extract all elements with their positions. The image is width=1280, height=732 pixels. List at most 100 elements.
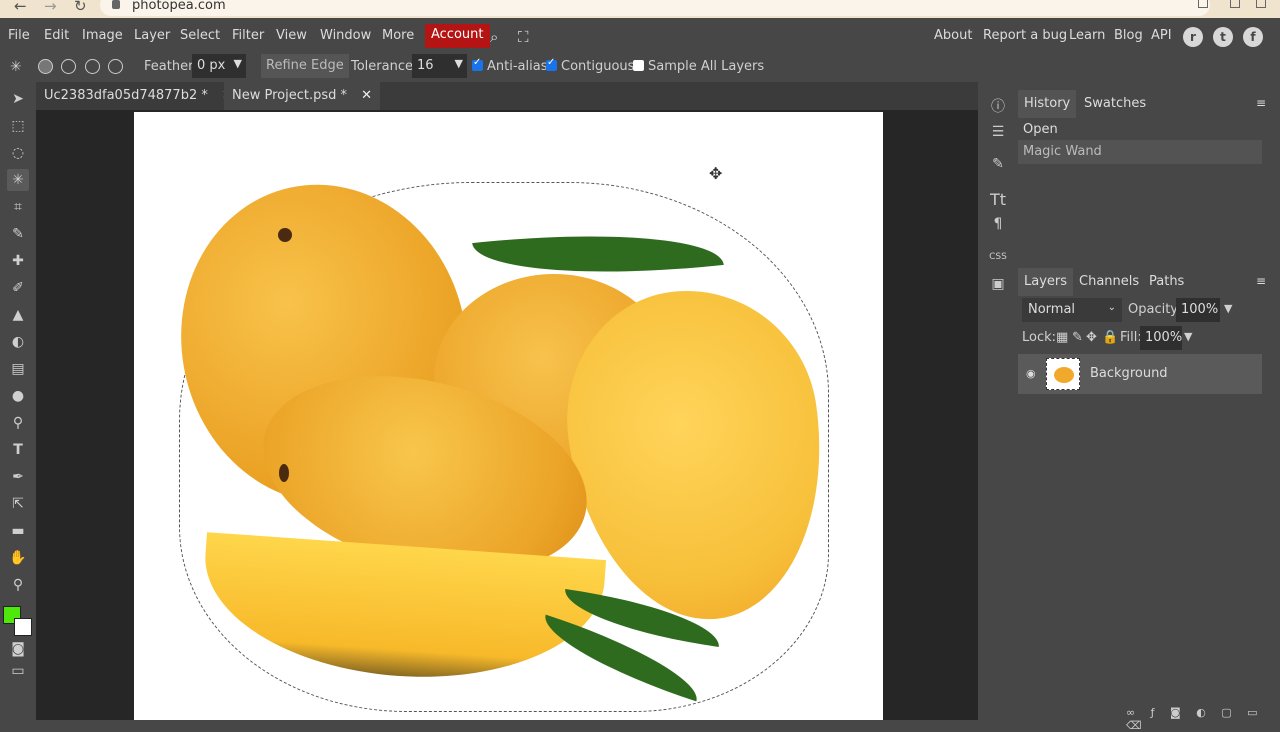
lock-position-icon[interactable]: ✥	[1086, 330, 1097, 345]
character-icon[interactable]: Tt	[988, 190, 1008, 210]
opacity-label: Opacity:	[1128, 302, 1182, 317]
menu-image[interactable]: Image	[82, 28, 123, 43]
mango-spot	[278, 228, 292, 242]
move-tool-icon[interactable]: ➤	[7, 88, 29, 110]
stamp-tool-icon[interactable]: ▲	[7, 304, 29, 326]
lock-all-icon[interactable]: 🔒	[1102, 330, 1118, 345]
tab-channels[interactable]: Channels	[1073, 268, 1145, 296]
fill-input[interactable]: 100%	[1140, 326, 1182, 350]
tab-document-1[interactable]: Uc2383dfa05d74877b2 * ✕	[36, 82, 241, 110]
fullscreen-icon[interactable]: ⛶	[518, 28, 529, 46]
lock-pixels-icon[interactable]: ✎	[1072, 330, 1083, 345]
adjustments-icon[interactable]: ☰	[988, 124, 1008, 144]
background-color-swatch[interactable]	[14, 618, 32, 636]
zoom-tool-icon[interactable]: ⚲	[7, 574, 29, 596]
tab-label: Uc2383dfa05d74877b2	[44, 88, 198, 103]
panel-menu-icon[interactable]: ≡	[1256, 96, 1266, 110]
facebook-icon[interactable]: f	[1243, 27, 1263, 47]
back-icon[interactable]: ←	[14, 0, 27, 15]
tab-layers[interactable]: Layers	[1018, 268, 1074, 296]
brush-tool-icon[interactable]: ✐	[7, 277, 29, 299]
screen-mode-icon[interactable]: ▭	[7, 660, 29, 682]
css-icon[interactable]: CSS	[988, 252, 1008, 272]
lock-transparency-icon[interactable]: ▦	[1056, 330, 1068, 345]
link-api[interactable]: API	[1151, 28, 1172, 43]
gradient-tool-icon[interactable]: ▤	[7, 358, 29, 380]
history-item[interactable]: Magic Wand	[1018, 140, 1262, 164]
add-selection-icon[interactable]	[61, 59, 76, 74]
reload-icon[interactable]: ↻	[74, 0, 87, 15]
tolerance-input[interactable]: 16 ▼	[412, 54, 467, 78]
tab-paths[interactable]: Paths	[1143, 268, 1190, 296]
link-learn[interactable]: Learn	[1069, 28, 1105, 43]
link-report-bug[interactable]: Report a bug	[983, 28, 1067, 43]
menu-filter[interactable]: Filter	[232, 28, 264, 43]
extension-icon[interactable]	[1256, 0, 1266, 8]
brush-settings-icon[interactable]: ✎	[988, 156, 1008, 176]
shape-tool-icon[interactable]: ▬	[7, 520, 29, 542]
intersect-selection-icon[interactable]	[108, 59, 123, 74]
link-blog[interactable]: Blog	[1114, 28, 1143, 43]
twitter-icon[interactable]: t	[1213, 27, 1233, 47]
tab-swatches[interactable]: Swatches	[1078, 90, 1152, 118]
blend-mode-select[interactable]: Normal ⌄	[1022, 298, 1122, 322]
lasso-tool-icon[interactable]: ◌	[7, 142, 29, 164]
subtract-selection-icon[interactable]	[85, 59, 100, 74]
paragraph-icon[interactable]: ¶	[988, 216, 1008, 236]
menu-more[interactable]: More	[382, 28, 414, 43]
url-text: photopea.com	[132, 0, 226, 13]
healing-tool-icon[interactable]: ✚	[7, 250, 29, 272]
contiguous-checkbox[interactable]	[546, 57, 557, 71]
menu-view[interactable]: View	[276, 28, 307, 43]
blur-tool-icon[interactable]: ●	[7, 385, 29, 407]
menu-edit[interactable]: Edit	[44, 28, 69, 43]
close-icon[interactable]: ✕	[361, 88, 372, 103]
eraser-tool-icon[interactable]: ◐	[7, 331, 29, 353]
chevron-down-icon[interactable]: ▼	[1184, 330, 1192, 343]
address-bar[interactable]: photopea.com	[100, 0, 1210, 16]
menu-layer[interactable]: Layer	[134, 28, 170, 43]
image-canvas[interactable]: ✥	[134, 112, 883, 720]
layer-row[interactable]: ◉ Background	[1018, 354, 1262, 394]
bookmark-icon[interactable]	[1230, 0, 1240, 8]
info-icon[interactable]: ⓘ	[988, 96, 1008, 116]
pen-tool-icon[interactable]: ✒	[7, 466, 29, 488]
image-icon[interactable]: ▣	[988, 276, 1008, 296]
visibility-eye-icon[interactable]: ◉	[1026, 367, 1036, 380]
antialias-checkbox[interactable]	[472, 57, 483, 71]
menu-window[interactable]: Window	[320, 28, 371, 43]
new-selection-icon[interactable]	[38, 59, 53, 74]
link-about[interactable]: About	[934, 28, 972, 43]
feather-input[interactable]: 0 px ▼	[192, 54, 246, 78]
lock-label: Lock:	[1022, 330, 1057, 345]
search-icon[interactable]: ⌕	[490, 28, 498, 46]
sample-all-layers-checkbox[interactable]	[633, 60, 644, 71]
menu-file[interactable]: File	[8, 28, 30, 43]
chevron-down-icon[interactable]: ▼	[1224, 302, 1232, 315]
crop-tool-icon[interactable]: ⌗	[7, 196, 29, 218]
reddit-icon[interactable]: r	[1183, 27, 1203, 47]
path-select-tool-icon[interactable]: ⇱	[7, 493, 29, 515]
magic-wand-tool-icon[interactable]: ✳	[7, 169, 29, 191]
tab-label: New Project.psd	[232, 88, 337, 103]
layer-actions-bar[interactable]: ∞ ƒ ◙ ◐ ▢ ▭ ⌫	[1126, 706, 1276, 732]
forward-icon[interactable]: →	[44, 0, 57, 15]
dodge-tool-icon[interactable]: ⚲	[7, 412, 29, 434]
hand-tool-icon[interactable]: ✋	[7, 547, 29, 569]
browser-bar: ← → ↻ photopea.com	[0, 0, 1280, 18]
type-tool-icon[interactable]: T	[7, 439, 29, 461]
tab-document-2[interactable]: New Project.psd * ✕	[224, 82, 381, 110]
quick-mask-icon[interactable]: ◙	[7, 638, 29, 660]
lock-icon	[112, 0, 120, 9]
history-item[interactable]: Open	[1018, 118, 1262, 142]
eyedropper-tool-icon[interactable]: ✎	[7, 223, 29, 245]
menu-select[interactable]: Select	[180, 28, 220, 43]
magic-wand-icon: ✳	[10, 59, 22, 75]
tab-history[interactable]: History	[1018, 90, 1077, 118]
share-icon[interactable]	[1198, 0, 1208, 8]
refine-edge-button[interactable]: Refine Edge	[261, 54, 349, 78]
account-button[interactable]: Account	[425, 24, 490, 48]
panel-menu-icon[interactable]: ≡	[1256, 274, 1266, 288]
marquee-tool-icon[interactable]: ⬚	[7, 115, 29, 137]
opacity-input[interactable]: 100%	[1176, 298, 1220, 322]
